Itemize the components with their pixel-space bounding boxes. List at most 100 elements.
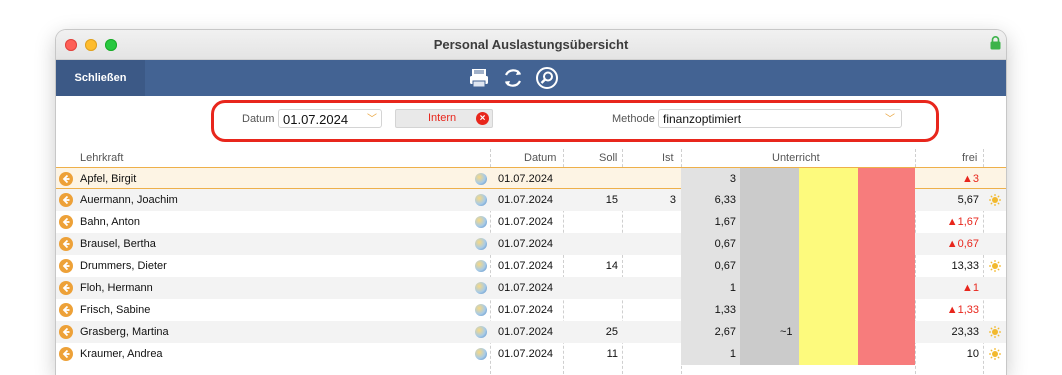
printer-icon[interactable]: [467, 66, 491, 90]
row-frei: 13,33: [951, 260, 979, 272]
row-extra: ~1: [780, 326, 793, 338]
unterricht-cell: [799, 299, 858, 321]
intern-filter[interactable]: Intern ×: [395, 109, 493, 128]
table-row[interactable]: Bahn, Anton 01.07.2024 1,67 ▲1,67: [56, 211, 1006, 233]
sun-icon: [989, 348, 1001, 360]
row-datum: 01.07.2024: [498, 194, 554, 206]
unterricht-cell: [858, 168, 915, 190]
refresh-icon[interactable]: [501, 66, 525, 90]
teacher-name: Auermann, Joachim: [80, 194, 178, 206]
datum-value: 01.07.2024: [283, 112, 349, 127]
row-unterricht: 1: [729, 348, 736, 360]
remove-filter-icon[interactable]: ×: [476, 112, 489, 125]
teacher-name: Drummers, Dieter: [80, 260, 167, 272]
row-unterricht: 3: [729, 173, 736, 185]
row-unterricht: 1: [729, 282, 736, 294]
row-ist: 3: [669, 194, 676, 206]
info-ball-icon[interactable]: [475, 260, 487, 272]
row-datum: 01.07.2024: [498, 282, 554, 294]
table-row[interactable]: Apfel, Birgit 01.07.2024 3 ▲3: [56, 167, 1006, 190]
unterricht-cell: [858, 211, 915, 233]
open-arrow-icon[interactable]: [59, 303, 73, 317]
row-soll: 15: [605, 194, 618, 206]
info-ball-icon[interactable]: [475, 326, 487, 338]
unterricht-cell: [799, 189, 858, 211]
unterricht-cell: [799, 321, 858, 343]
open-arrow-icon[interactable]: [59, 347, 73, 361]
info-ball-icon[interactable]: [475, 216, 487, 228]
row-unterricht: 0,67: [714, 260, 736, 272]
unterricht-cell: [858, 233, 915, 255]
info-ball-icon[interactable]: [475, 304, 487, 316]
filter-bar: Datum 01.07.2024 ﹀ Intern × Methode fina…: [56, 96, 1006, 144]
row-datum: 01.07.2024: [498, 216, 554, 228]
teacher-name: Bahn, Anton: [80, 216, 140, 228]
row-unterricht: 1,33: [714, 304, 736, 316]
teacher-name: Grasberg, Martina: [80, 326, 169, 338]
unterricht-cell: [799, 255, 858, 277]
info-ball-icon[interactable]: [475, 238, 487, 250]
unterricht-cell: [799, 233, 858, 255]
search-icon[interactable]: [535, 66, 559, 90]
lock-icon: [990, 36, 1001, 50]
column-header-datum[interactable]: Datum: [524, 152, 556, 164]
unterricht-cell: [740, 299, 799, 321]
unterricht-cell: [740, 189, 799, 211]
row-frei: 10: [966, 348, 979, 360]
table-row[interactable]: Floh, Hermann 01.07.2024 1 ▲1: [56, 277, 1006, 299]
chevron-down-icon[interactable]: ﹀: [885, 110, 895, 129]
sun-icon: [989, 194, 1001, 206]
open-arrow-icon[interactable]: [59, 237, 73, 251]
teacher-name: Kraumer, Andrea: [80, 348, 163, 360]
row-datum: 01.07.2024: [498, 260, 554, 272]
table-row[interactable]: Frisch, Sabine 01.07.2024 1,33 ▲1,33: [56, 299, 1006, 321]
unterricht-cell: [799, 277, 858, 299]
unterricht-cell: [799, 168, 858, 190]
info-ball-icon[interactable]: [475, 348, 487, 360]
table-row[interactable]: Brausel, Bertha 01.07.2024 0,67 ▲0,67: [56, 233, 1006, 255]
teacher-name: Brausel, Bertha: [80, 238, 156, 250]
row-unterricht: 0,67: [714, 238, 736, 250]
table-row[interactable]: Auermann, Joachim 01.07.2024 15 3 6,33 5,67: [56, 189, 1006, 211]
close-button[interactable]: Schließen: [56, 60, 145, 96]
open-arrow-icon[interactable]: [59, 193, 73, 207]
unterricht-cell: [740, 343, 799, 365]
open-arrow-icon[interactable]: [59, 172, 73, 186]
info-ball-icon[interactable]: [475, 173, 487, 185]
table-header: Lehrkraft Datum Soll Ist Unterricht frei: [56, 149, 1006, 167]
intern-label: Intern: [428, 112, 457, 124]
info-ball-icon[interactable]: [475, 282, 487, 294]
table-row[interactable]: Grasberg, Martina 01.07.2024 25 2,67 ~1 23,33: [56, 321, 1006, 343]
datum-field[interactable]: 01.07.2024 ﹀: [278, 109, 382, 128]
unterricht-cell: [740, 211, 799, 233]
column-header-soll[interactable]: Soll: [599, 152, 617, 164]
unterricht-cell: [858, 321, 915, 343]
row-datum: 01.07.2024: [498, 326, 554, 338]
unterricht-cell: [740, 255, 799, 277]
methode-select[interactable]: finanzoptimiert ﹀: [658, 109, 902, 128]
open-arrow-icon[interactable]: [59, 215, 73, 229]
title-bar: Personal Auslastungsübersicht: [56, 30, 1006, 60]
table-row[interactable]: Drummers, Dieter 01.07.2024 14 0,67 13,33: [56, 255, 1006, 277]
column-header-lehrkraft[interactable]: Lehrkraft: [80, 152, 123, 164]
table-row[interactable]: Kraumer, Andrea 01.07.2024 11 1 10: [56, 343, 1006, 365]
open-arrow-icon[interactable]: [59, 325, 73, 339]
datum-label: Datum: [242, 113, 275, 125]
row-soll: 11: [606, 348, 618, 360]
row-frei: ▲1: [961, 282, 979, 294]
column-header-frei[interactable]: frei: [962, 152, 977, 164]
row-soll: 14: [605, 260, 618, 272]
row-datum: 01.07.2024: [498, 173, 554, 185]
unterricht-cell: [858, 299, 915, 321]
column-header-unterricht[interactable]: Unterricht: [772, 152, 820, 164]
chevron-down-icon[interactable]: ﹀: [367, 110, 377, 129]
row-frei: 23,33: [951, 326, 979, 338]
open-arrow-icon[interactable]: [59, 281, 73, 295]
sun-icon: [989, 326, 1001, 338]
column-header-ist[interactable]: Ist: [662, 152, 674, 164]
row-frei: ▲1,33: [946, 304, 979, 316]
teacher-name: Frisch, Sabine: [80, 304, 151, 316]
info-ball-icon[interactable]: [475, 194, 487, 206]
sun-icon: [989, 260, 1001, 272]
open-arrow-icon[interactable]: [59, 259, 73, 273]
